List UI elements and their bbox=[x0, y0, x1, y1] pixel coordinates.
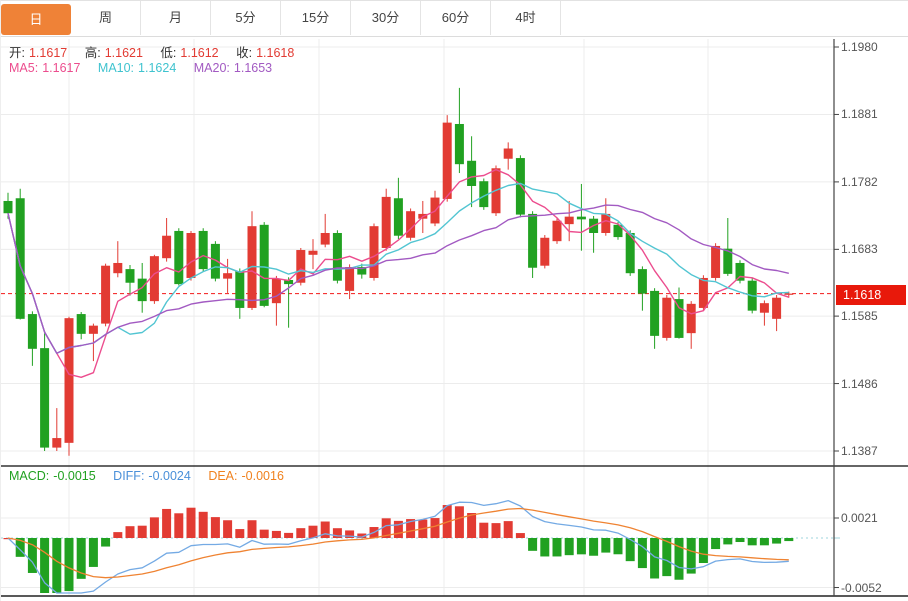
open-label: 开: bbox=[9, 46, 25, 60]
dea-label: DEA: bbox=[208, 469, 237, 483]
high-value: 1.1621 bbox=[105, 46, 143, 60]
ma10-label: MA10: bbox=[98, 61, 134, 75]
ma20-value: 1.1653 bbox=[234, 61, 272, 75]
tab-4hour[interactable]: 4时 bbox=[491, 1, 561, 35]
tab-60min[interactable]: 60分 bbox=[421, 1, 491, 35]
price-axis-tick: 1.1782 bbox=[841, 175, 878, 189]
ohlc-info-row: 开: 1.1617 高: 1.1621 低: 1.1612 收: 1.1618 bbox=[9, 42, 298, 61]
ma10-value: 1.1624 bbox=[138, 61, 176, 75]
low-value: 1.1612 bbox=[180, 46, 218, 60]
dea-value: -0.0016 bbox=[242, 469, 284, 483]
price-axis-tick: 1.1387 bbox=[841, 444, 878, 458]
price-axis-tick: 1.1980 bbox=[841, 40, 878, 54]
macd-label: MACD: bbox=[9, 469, 49, 483]
ma5-value: 1.1617 bbox=[42, 61, 80, 75]
macd-value: -0.0015 bbox=[53, 469, 95, 483]
tab-5min[interactable]: 5分 bbox=[211, 1, 281, 35]
low-label: 低: bbox=[160, 46, 176, 60]
tab-week[interactable]: 周 bbox=[71, 1, 141, 35]
open-value: 1.1617 bbox=[29, 46, 67, 60]
high-label: 高: bbox=[85, 46, 101, 60]
diff-value: -0.0024 bbox=[148, 469, 190, 483]
price-axis-tick: 1.1881 bbox=[841, 107, 878, 121]
macd-axis-tick: -0.0052 bbox=[841, 581, 882, 595]
period-tabbar: 日 周 月 5分 15分 30分 60分 4时 bbox=[1, 1, 908, 37]
price-axis-tick: 1.1486 bbox=[841, 377, 878, 391]
ma5-label: MA5: bbox=[9, 61, 38, 75]
macd-info-row: MACD: -0.0015 DIFF: -0.0024 DEA: -0.0016 bbox=[9, 469, 288, 483]
kline-widget: 日 周 月 5分 15分 30分 60分 4时 开: 1.1617 高: 1.162… bbox=[0, 0, 908, 601]
tab-month[interactable]: 月 bbox=[141, 1, 211, 35]
last-price-tag: 1.1618 bbox=[836, 285, 906, 305]
close-label: 收: bbox=[236, 46, 252, 60]
tab-day[interactable]: 日 bbox=[1, 4, 71, 35]
tab-30min[interactable]: 30分 bbox=[351, 1, 421, 35]
tab-15min[interactable]: 15分 bbox=[281, 1, 351, 35]
ma20-label: MA20: bbox=[194, 61, 230, 75]
price-axis-tick: 1.1683 bbox=[841, 242, 878, 256]
price-axis-tick: 1.1585 bbox=[841, 309, 878, 323]
ma-info-row: MA5: 1.1617 MA10: 1.1624 MA20: 1.1653 bbox=[9, 61, 276, 75]
close-value: 1.1618 bbox=[256, 46, 294, 60]
diff-label: DIFF: bbox=[113, 469, 144, 483]
macd-axis-tick: 0.0021 bbox=[841, 511, 878, 525]
candlestick-chart-canvas[interactable] bbox=[1, 36, 908, 601]
